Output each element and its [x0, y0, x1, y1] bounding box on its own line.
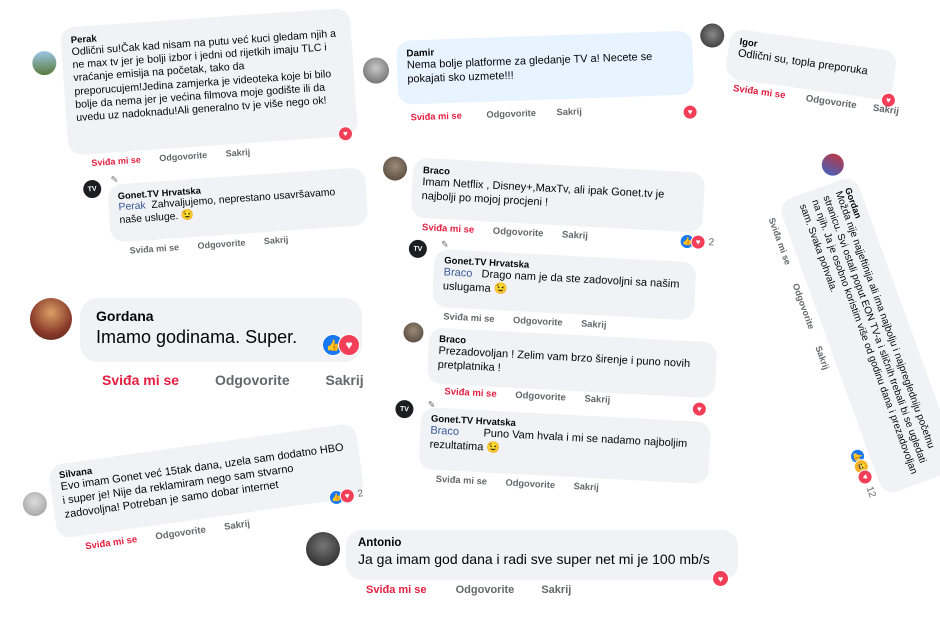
hide-button[interactable]: Sakrij: [872, 103, 899, 118]
like-button[interactable]: Sviđa mi se: [436, 474, 488, 487]
hide-button[interactable]: Sakrij: [581, 319, 607, 330]
comment-bubble: Damir Nema bolje platforme za gledanje T…: [395, 30, 695, 105]
avatar[interactable]: [306, 532, 340, 566]
reply-button[interactable]: Odgovorite: [197, 238, 246, 251]
avatar[interactable]: [382, 155, 408, 182]
heart-reaction-icon: ♥: [690, 234, 706, 250]
comment-text: Imamo godinama. Super.: [96, 327, 298, 347]
reply-button[interactable]: Odgovorite: [159, 150, 208, 163]
hide-button[interactable]: Sakrij: [562, 229, 588, 241]
mention-link[interactable]: Braco: [430, 425, 459, 438]
reply-button[interactable]: Odgovorite: [493, 226, 544, 240]
heart-reaction-icon: ♥: [712, 570, 729, 587]
reactions[interactable]: ♥: [337, 125, 354, 142]
reactions[interactable]: ♥: [691, 401, 708, 417]
hide-button[interactable]: Sakrij: [584, 394, 610, 406]
gonet-avatar[interactable]: TV: [408, 239, 428, 259]
hide-button[interactable]: Sakrij: [556, 106, 582, 117]
reply-button[interactable]: Odgovorite: [805, 93, 857, 111]
hide-button[interactable]: Sakrij: [813, 345, 831, 371]
reply-button[interactable]: Odgovorite: [513, 315, 563, 328]
reply-bubble: Gonet.TV Hrvatska Braco Puno Vam hvala i…: [418, 407, 712, 485]
avatar[interactable]: [402, 322, 424, 344]
hide-button[interactable]: Sakrij: [225, 147, 250, 159]
reply-button[interactable]: Odgovorite: [155, 525, 207, 543]
reply-button[interactable]: Odgovorite: [515, 390, 566, 404]
like-button[interactable]: Sviđa mi se: [85, 534, 138, 552]
avatar[interactable]: [30, 298, 72, 340]
comment-bubble: Antonio Ja ga imam god dana i radi sve s…: [346, 530, 738, 580]
like-button[interactable]: Sviđa mi se: [366, 584, 427, 596]
reactions[interactable]: ♥: [712, 570, 729, 587]
author-name[interactable]: Gordana: [96, 308, 346, 324]
reply-bubble: Gonet.TV Hrvatska Perak Zahvaljujemo, ne…: [107, 167, 369, 243]
reply-button[interactable]: Odgovorite: [456, 584, 515, 596]
like-button[interactable]: Sviđa mi se: [102, 372, 179, 388]
heart-reaction-icon: ♥: [337, 125, 354, 142]
gonet-avatar[interactable]: TV: [82, 179, 102, 199]
heart-reaction-icon: ♥: [691, 401, 708, 417]
reply-bubble: Gonet.TV Hrvatska Braco Drago nam je da …: [431, 248, 697, 321]
reply-button[interactable]: Odgovorite: [486, 108, 536, 120]
hide-button[interactable]: Sakrij: [223, 518, 250, 532]
avatar[interactable]: [698, 22, 726, 50]
comment-actions: Sviđa mi se Odgovorite Sakrij: [366, 584, 571, 596]
comment-bubble: Gordana Imamo godinama. Super.: [80, 298, 362, 362]
mention-link[interactable]: Braco: [443, 266, 472, 279]
like-button[interactable]: Sviđa mi se: [129, 242, 179, 255]
avatar[interactable]: [31, 50, 58, 76]
reply-button[interactable]: Odgovorite: [215, 372, 290, 388]
comment-actions: Sviđa mi se Odgovorite Sakrij: [410, 106, 582, 122]
gonet-avatar[interactable]: TV: [394, 399, 414, 419]
like-button[interactable]: Sviđa mi se: [444, 386, 497, 400]
comment-actions: Sviđa mi se Odgovorite Sakrij: [102, 372, 370, 388]
heart-reaction-icon: ♥: [338, 334, 360, 356]
comment-text: Ja ga imam god dana i radi sve super net…: [358, 551, 710, 567]
reactions[interactable]: 👍 ♥: [322, 334, 360, 356]
comment-bubble: Braco Imam Netflix , Disney+,MaxTv, ali …: [410, 157, 706, 233]
like-button[interactable]: Sviđa mi se: [732, 83, 786, 101]
like-button[interactable]: Sviđa mi se: [91, 155, 141, 168]
hide-button[interactable]: Sakrij: [573, 481, 599, 492]
reaction-count: 2: [708, 237, 715, 249]
avatar[interactable]: [818, 150, 847, 179]
reaction-count: 2: [356, 488, 364, 500]
like-button[interactable]: Sviđa mi se: [422, 222, 475, 236]
like-button[interactable]: Sviđa mi se: [443, 311, 495, 324]
hide-button[interactable]: Sakrij: [264, 235, 289, 247]
reply-button[interactable]: Odgovorite: [505, 478, 555, 491]
hide-button[interactable]: Sakrij: [541, 584, 571, 596]
comment-bubble: Silvana Evo imam Gonet već 15tak dana, u…: [47, 422, 365, 540]
reactions[interactable]: 👍 ♥ 2: [327, 486, 364, 506]
avatar[interactable]: [362, 57, 390, 84]
reaction-count: 12: [863, 484, 878, 500]
reactions[interactable]: 👍 ♥ 2: [679, 233, 715, 251]
hide-button[interactable]: Sakrij: [326, 372, 364, 388]
reactions[interactable]: ♥: [682, 104, 698, 120]
author-name[interactable]: Antonio: [358, 537, 726, 549]
avatar[interactable]: [21, 490, 49, 518]
like-button[interactable]: Sviđa mi se: [410, 111, 461, 123]
comment-bubble: Perak Odlični su!Čak kad nisam na putu v…: [59, 7, 359, 156]
heart-reaction-icon: ♥: [682, 104, 698, 120]
mention-link[interactable]: Perak: [118, 200, 146, 213]
